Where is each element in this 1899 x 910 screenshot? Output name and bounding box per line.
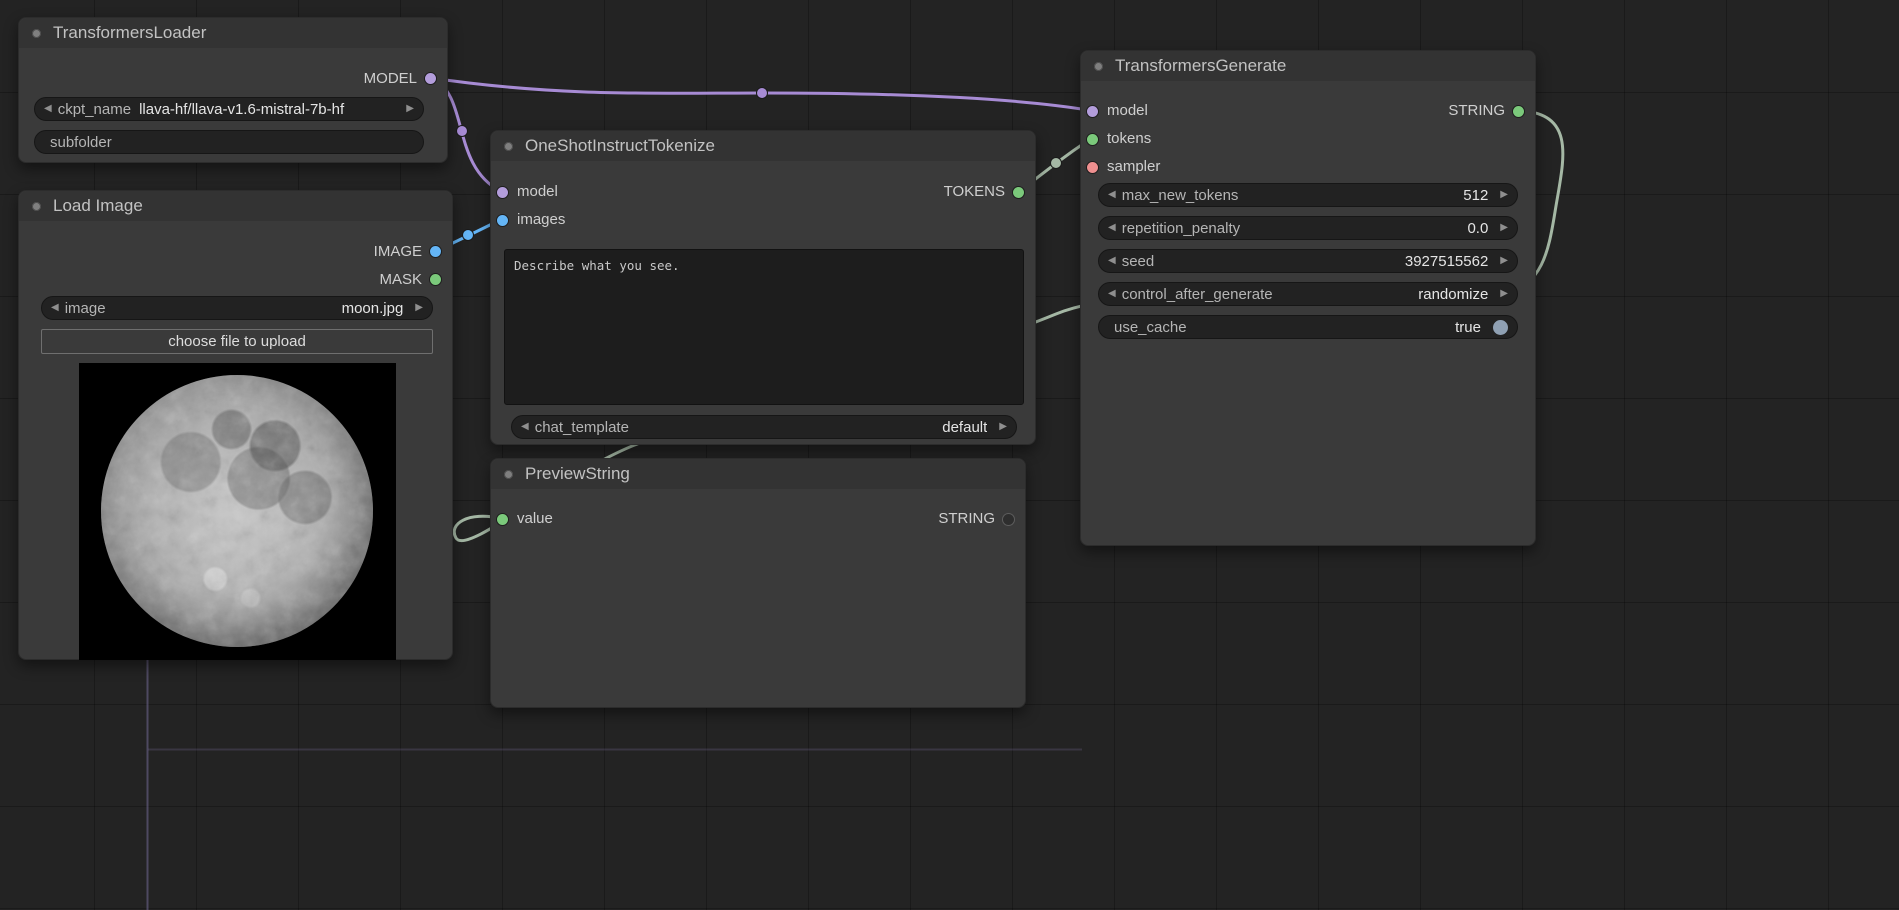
tokens-input-port[interactable] bbox=[1087, 134, 1098, 145]
arrow-left-icon[interactable]: ◀ bbox=[1108, 217, 1116, 239]
collapse-dot-icon[interactable] bbox=[1094, 62, 1103, 71]
widget-label: repetition_penalty bbox=[1122, 220, 1240, 237]
widget-value: 3927515562 bbox=[1160, 253, 1488, 270]
link-midpoint-dot[interactable] bbox=[757, 88, 768, 99]
image-select-widget[interactable]: ◀ image moon.jpg ▶ bbox=[41, 296, 433, 320]
ckpt-name-widget[interactable]: ◀ ckpt_name llava-hf/llava-v1.6-mistral-… bbox=[34, 97, 424, 121]
tokens-output-port[interactable] bbox=[1013, 187, 1024, 198]
model-input-label: model bbox=[517, 183, 558, 201]
arrow-right-icon[interactable]: ▶ bbox=[406, 98, 414, 120]
tokens-output-label: TOKENS bbox=[944, 183, 1005, 201]
node-title: PreviewString bbox=[525, 464, 630, 484]
use-cache-toggle-widget[interactable]: use_cache true bbox=[1098, 315, 1518, 339]
arrow-left-icon[interactable]: ◀ bbox=[521, 416, 529, 438]
widget-value: llava-hf/llava-v1.6-mistral-7b-hf bbox=[139, 101, 400, 118]
sampler-input-port[interactable] bbox=[1087, 162, 1098, 173]
widget-label: control_after_generate bbox=[1122, 286, 1273, 303]
collapse-dot-icon[interactable] bbox=[32, 202, 41, 211]
arrow-right-icon[interactable]: ▶ bbox=[1500, 250, 1508, 272]
seed-widget[interactable]: ◀ seed 3927515562 ▶ bbox=[1098, 249, 1518, 273]
widget-value: default bbox=[635, 419, 987, 436]
widget-label: image bbox=[65, 300, 106, 317]
arrow-right-icon[interactable]: ▶ bbox=[1500, 217, 1508, 239]
widget-value: 0.0 bbox=[1246, 220, 1488, 237]
node-graph-canvas[interactable]: TransformersLoader MODEL ◀ ckpt_name lla… bbox=[0, 0, 1899, 910]
link-midpoint-dot[interactable] bbox=[463, 230, 474, 241]
widget-value: true bbox=[1193, 319, 1481, 336]
model-input-port[interactable] bbox=[1087, 106, 1098, 117]
arrow-right-icon[interactable]: ▶ bbox=[1500, 283, 1508, 305]
model-output-port[interactable] bbox=[425, 73, 436, 84]
image-output-label: IMAGE bbox=[374, 243, 422, 261]
collapse-dot-icon[interactable] bbox=[504, 142, 513, 151]
repetition-penalty-widget[interactable]: ◀ repetition_penalty 0.0 ▶ bbox=[1098, 216, 1518, 240]
arrow-right-icon[interactable]: ▶ bbox=[415, 297, 423, 319]
value-input-port[interactable] bbox=[497, 514, 508, 525]
collapse-dot-icon[interactable] bbox=[32, 29, 41, 38]
link-midpoint-dot[interactable] bbox=[457, 126, 468, 137]
sampler-input-label: sampler bbox=[1107, 158, 1160, 176]
widget-label: seed bbox=[1122, 253, 1155, 270]
widget-label: subfolder bbox=[50, 134, 112, 151]
widget-label: ckpt_name bbox=[58, 101, 131, 118]
image-preview bbox=[79, 363, 396, 660]
prompt-textarea[interactable]: Describe what you see. bbox=[504, 249, 1024, 405]
arrow-left-icon[interactable]: ◀ bbox=[51, 297, 59, 319]
collapse-dot-icon[interactable] bbox=[504, 470, 513, 479]
node-load-image[interactable]: Load Image IMAGE MASK ◀ image moon.jpg ▶… bbox=[18, 190, 453, 660]
model-output-label: MODEL bbox=[364, 70, 417, 88]
node-title-bar[interactable]: TransformersGenerate bbox=[1081, 51, 1535, 81]
node-title-bar[interactable]: TransformersLoader bbox=[19, 18, 447, 48]
string-output-port[interactable] bbox=[1513, 106, 1524, 117]
node-oneshot-instruct-tokenize[interactable]: OneShotInstructTokenize model images TOK… bbox=[490, 130, 1036, 445]
arrow-left-icon[interactable]: ◀ bbox=[1108, 283, 1116, 305]
node-title: TransformersLoader bbox=[53, 23, 206, 43]
choose-file-button-label: choose file to upload bbox=[168, 333, 306, 350]
node-title: Load Image bbox=[53, 196, 143, 216]
node-title-bar[interactable]: OneShotInstructTokenize bbox=[491, 131, 1035, 161]
image-output-port[interactable] bbox=[430, 246, 441, 257]
widget-value: randomize bbox=[1279, 286, 1489, 303]
widget-label: chat_template bbox=[535, 419, 629, 436]
node-transformers-generate[interactable]: TransformersGenerate model STRING tokens… bbox=[1080, 50, 1536, 546]
string-output-label: STRING bbox=[938, 510, 995, 528]
string-output-port[interactable] bbox=[1003, 514, 1014, 525]
boolean-toggle-icon[interactable] bbox=[1493, 320, 1508, 335]
tokens-input-label: tokens bbox=[1107, 130, 1151, 148]
chat-template-widget[interactable]: ◀ chat_template default ▶ bbox=[511, 415, 1017, 439]
mask-output-port[interactable] bbox=[430, 274, 441, 285]
images-input-port[interactable] bbox=[497, 215, 508, 226]
arrow-left-icon[interactable]: ◀ bbox=[1108, 250, 1116, 272]
widget-label: max_new_tokens bbox=[1122, 187, 1239, 204]
widget-value: moon.jpg bbox=[112, 300, 404, 317]
node-title-bar[interactable]: Load Image bbox=[19, 191, 452, 221]
moon-texture bbox=[101, 375, 373, 647]
mask-output-label: MASK bbox=[379, 271, 422, 289]
widget-label: use_cache bbox=[1114, 319, 1187, 336]
node-title: OneShotInstructTokenize bbox=[525, 136, 715, 156]
arrow-left-icon[interactable]: ◀ bbox=[1108, 184, 1116, 206]
max-new-tokens-widget[interactable]: ◀ max_new_tokens 512 ▶ bbox=[1098, 183, 1518, 207]
value-input-label: value bbox=[517, 510, 553, 528]
arrow-right-icon[interactable]: ▶ bbox=[1500, 184, 1508, 206]
arrow-right-icon[interactable]: ▶ bbox=[999, 416, 1007, 438]
subfolder-widget[interactable]: subfolder bbox=[34, 130, 424, 154]
model-input-port[interactable] bbox=[497, 187, 508, 198]
link-midpoint-dot[interactable] bbox=[1051, 158, 1062, 169]
model-input-label: model bbox=[1107, 102, 1148, 120]
node-title: TransformersGenerate bbox=[1115, 56, 1286, 76]
node-title-bar[interactable]: PreviewString bbox=[491, 459, 1025, 489]
node-preview-string[interactable]: PreviewString value STRING bbox=[490, 458, 1026, 708]
control-after-generate-widget[interactable]: ◀ control_after_generate randomize ▶ bbox=[1098, 282, 1518, 306]
node-transformers-loader[interactable]: TransformersLoader MODEL ◀ ckpt_name lla… bbox=[18, 17, 448, 163]
arrow-left-icon[interactable]: ◀ bbox=[44, 98, 52, 120]
choose-file-button[interactable]: choose file to upload bbox=[41, 329, 433, 354]
images-input-label: images bbox=[517, 211, 565, 229]
string-output-label: STRING bbox=[1448, 102, 1505, 120]
widget-value: 512 bbox=[1244, 187, 1488, 204]
